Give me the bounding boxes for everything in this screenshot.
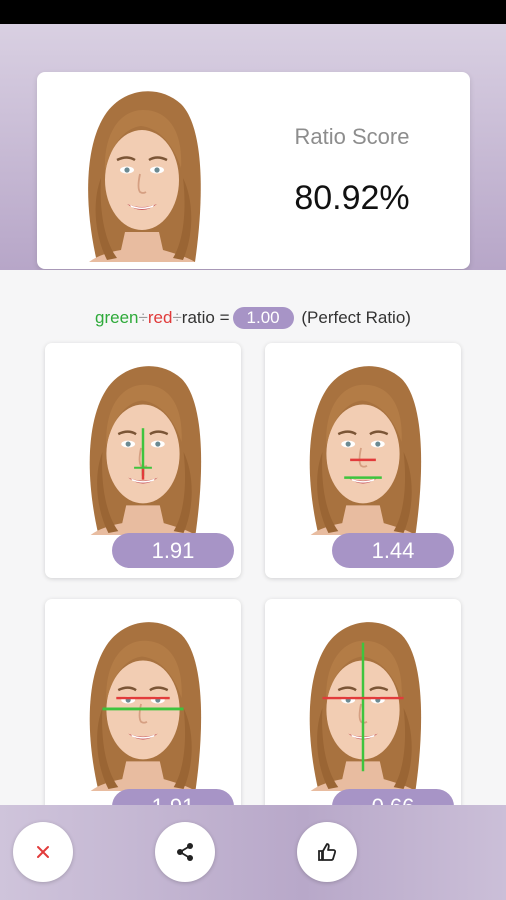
score-card: Ratio Score 80.92%	[37, 72, 470, 269]
formula-equals: =	[219, 308, 230, 327]
ratio-card-3[interactable]: 1.91	[45, 599, 241, 834]
ratio-value-badge: 1.91	[112, 533, 234, 568]
formula-divide-2: ÷	[172, 308, 182, 327]
score-title: Ratio Score	[294, 124, 410, 149]
score-value: 80.92%	[294, 179, 410, 217]
thumbs-up-icon	[318, 843, 337, 861]
close-button[interactable]	[13, 822, 73, 882]
formula-red: red	[147, 308, 173, 327]
ratio-value-badge: 1.44	[332, 533, 454, 568]
bottom-action-bar	[0, 805, 506, 900]
close-icon	[37, 846, 49, 858]
like-button[interactable]	[297, 822, 357, 882]
portrait-image	[308, 364, 423, 537]
ratio-formula: green÷red÷ratio = 1.00 (Perfect Ratio)	[0, 307, 506, 329]
formula-green: green	[95, 308, 139, 327]
header-band: Ratio Score 80.92%	[0, 24, 506, 270]
status-bar	[0, 0, 506, 24]
ratio-card-4[interactable]: 0.66	[265, 599, 461, 834]
share-button[interactable]	[155, 822, 215, 882]
ratio-card-2[interactable]: 1.44	[265, 343, 461, 578]
perfect-ratio-pill: 1.00	[232, 307, 294, 329]
portrait-image	[308, 620, 423, 793]
formula-divide-1: ÷	[138, 308, 148, 327]
ratio-card-1[interactable]: 1.91	[45, 343, 241, 578]
formula-ratio: ratio	[181, 308, 215, 327]
portrait-image	[88, 620, 203, 793]
perfect-ratio-label: (Perfect Ratio)	[301, 308, 411, 327]
share-icon	[177, 843, 193, 861]
portrait-image	[86, 89, 203, 264]
analysis-content[interactable]: green÷red÷ratio = 1.00 (Perfect Ratio) 1.…	[0, 270, 506, 834]
portrait-image	[88, 364, 203, 537]
